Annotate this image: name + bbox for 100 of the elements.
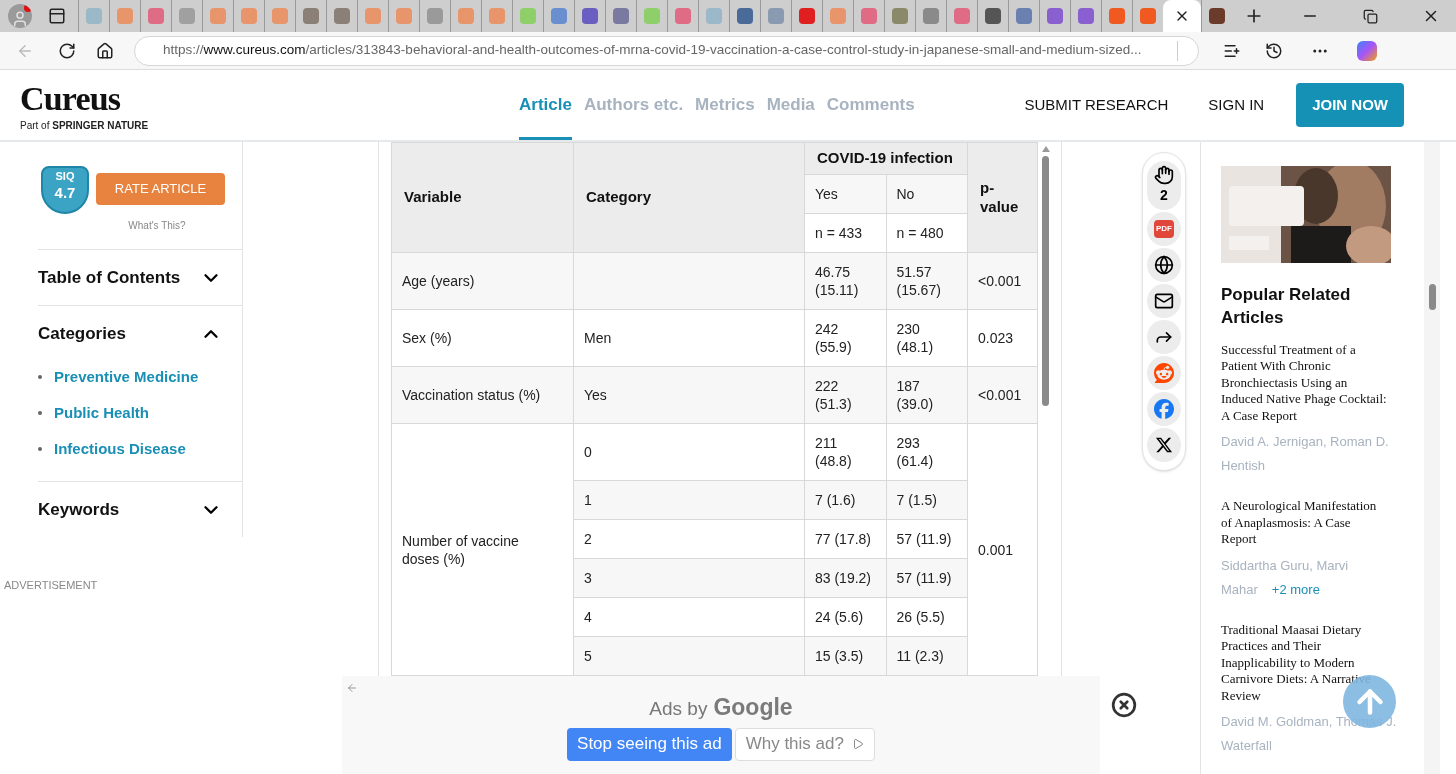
- favicon-icon: [551, 8, 567, 24]
- history-icon[interactable]: [1265, 41, 1283, 60]
- copilot-icon[interactable]: [1357, 40, 1377, 61]
- category-cell: 3: [573, 558, 805, 598]
- facebook-icon: [1154, 399, 1174, 419]
- favicon-icon: [117, 8, 133, 24]
- variable-cell: Age (years): [391, 252, 574, 310]
- join-now-button[interactable]: JOIN NOW: [1296, 83, 1404, 127]
- header-link[interactable]: SUBMIT RESEARCH: [1024, 93, 1169, 117]
- globe-icon: [1154, 255, 1174, 275]
- favicon-icon: [985, 8, 1001, 24]
- why-this-ad-button[interactable]: Why this ad?: [734, 727, 875, 761]
- favicon-icon: [830, 8, 846, 24]
- home-icon[interactable]: [96, 41, 114, 60]
- category-link[interactable]: Public Health: [54, 401, 150, 425]
- favicon-icon: [303, 8, 319, 24]
- no-cell: 187 (39.0): [886, 366, 968, 424]
- category-link[interactable]: Infectious Disease: [54, 437, 186, 461]
- whats-this-link[interactable]: What's This?: [72, 218, 242, 233]
- favicon-icon: [520, 8, 536, 24]
- restore-icon[interactable]: [1363, 8, 1378, 24]
- section-header[interactable]: Table of Contents: [38, 250, 242, 305]
- x-button[interactable]: [1147, 428, 1181, 462]
- category-cell: 5: [573, 636, 805, 676]
- favicon-icon: [148, 8, 164, 24]
- category-cell: Yes: [573, 366, 805, 424]
- reload-icon[interactable]: [58, 41, 76, 60]
- category-link[interactable]: Preventive Medicine: [54, 365, 199, 389]
- rate-article-button[interactable]: RATE ARTICLE: [96, 173, 225, 205]
- favicon-icon: [396, 8, 412, 24]
- header-link[interactable]: SIGN IN: [1208, 93, 1265, 117]
- advertisement-label: ADVERTISEMENT: [4, 578, 99, 593]
- article-authors: David A. Jernigan, Roman D. Hentish: [1221, 433, 1390, 476]
- p-value-cell: <0.001: [967, 252, 1038, 310]
- favicon-icon: [892, 8, 908, 24]
- more-authors-link[interactable]: +2 more: [1271, 581, 1320, 597]
- favicon-icon: [706, 8, 722, 24]
- workspaces-icon[interactable]: [48, 7, 66, 25]
- variable-cell: Sex (%): [391, 309, 574, 367]
- close-ad-icon[interactable]: [1111, 692, 1137, 718]
- nav-tab[interactable]: Authors etc.: [583, 70, 684, 140]
- favicon-icon: [334, 8, 350, 24]
- favicon-icon: [737, 8, 753, 24]
- yes-cell: 242 (55.9): [804, 309, 886, 367]
- header-cell: COVID-19 infection: [804, 142, 968, 175]
- section-header[interactable]: Categories: [38, 306, 242, 361]
- no-cell: 57 (11.9): [886, 519, 968, 559]
- yes-cell: 83 (19.2): [804, 558, 886, 598]
- logo: Cureus: [20, 81, 122, 116]
- page-scrollbar[interactable]: [1424, 142, 1440, 774]
- nav-tab[interactable]: Media: [766, 70, 815, 140]
- favicon-icon: [179, 8, 195, 24]
- profile-avatar-icon[interactable]: [8, 4, 32, 28]
- favicon-icon: [582, 8, 598, 24]
- header-cell: Category: [573, 142, 805, 253]
- globe-button[interactable]: [1147, 248, 1181, 282]
- yes-cell: 15 (3.5): [804, 636, 886, 676]
- category-cell: 1: [573, 480, 805, 520]
- yes-cell: 46.75 (15.11): [804, 252, 886, 310]
- back-arrow-icon[interactable]: [346, 682, 358, 694]
- category-cell: Men: [573, 309, 805, 367]
- google-label: Google: [713, 693, 793, 722]
- favicon-icon: [675, 8, 691, 24]
- header-cell: Yes: [804, 174, 886, 214]
- variable-cell: Number of vaccine doses (%): [391, 423, 574, 676]
- no-cell: 230 (48.1): [886, 309, 968, 367]
- nav-tab[interactable]: Comments: [826, 70, 915, 140]
- nav-tab[interactable]: Metrics: [695, 70, 755, 140]
- address-bar[interactable]: https://www.cureus.com/articles/313843-behavioral-and-health-outcomes-of-mrna-covid-19-vaccination-a-case-control-study-in-japanese-small-and-medium-sized...: [134, 35, 1199, 66]
- section-header[interactable]: Keywords: [38, 482, 242, 537]
- category-cell: 0: [573, 423, 805, 481]
- header-cell: No: [886, 174, 968, 214]
- pdf-button[interactable]: PDF: [1147, 212, 1181, 246]
- stop-seeing-ad-button[interactable]: Stop seeing this ad: [567, 727, 732, 761]
- favicon-icon: [210, 8, 226, 24]
- favicon-icon: [489, 8, 505, 24]
- facebook-button[interactable]: [1147, 392, 1181, 426]
- yes-cell: 24 (5.6): [804, 597, 886, 637]
- share-button[interactable]: [1147, 320, 1181, 354]
- favicon-icon: [1209, 8, 1225, 24]
- clap-button[interactable]: 2: [1147, 161, 1181, 210]
- related-title: Popular Related Articles: [1221, 284, 1352, 330]
- favicon-icon: [768, 8, 784, 24]
- variable-cell: Vaccination status (%): [391, 366, 574, 424]
- article-title[interactable]: Successful Treatment of a Patient With Chronic Bronchiectasis Using an Induced Native Phage Cocktail: A Case Report: [1221, 341, 1389, 425]
- article-title[interactable]: A Neurological Manifestation of Anaplasmosis: A Case Report: [1221, 498, 1389, 548]
- header-cell: p-value: [967, 142, 1038, 253]
- no-cell: 51.57 (15.67): [886, 252, 968, 310]
- favicon-icon: [365, 8, 381, 24]
- url-text: https://www.cureus.com/articles/313843-behavioral-and-health-outcomes-of-mrna-covid-19-vaccination-a-case-control-study-in-japanese-small-and-medium-sized...: [163, 41, 1142, 60]
- email-button[interactable]: [1147, 284, 1181, 318]
- scroll-up-icon[interactable]: [1041, 146, 1050, 152]
- favicon-icon: [923, 8, 939, 24]
- yes-cell: 77 (17.8): [804, 519, 886, 559]
- yes-cell: 211 (48.8): [804, 423, 886, 481]
- siq-badge: SIQ 4.7: [41, 166, 89, 214]
- no-cell: 26 (5.5): [886, 597, 968, 637]
- favicon-icon: [644, 8, 660, 24]
- browser-tab[interactable]: [1163, 0, 1201, 32]
- favicon-icon: [86, 8, 102, 24]
